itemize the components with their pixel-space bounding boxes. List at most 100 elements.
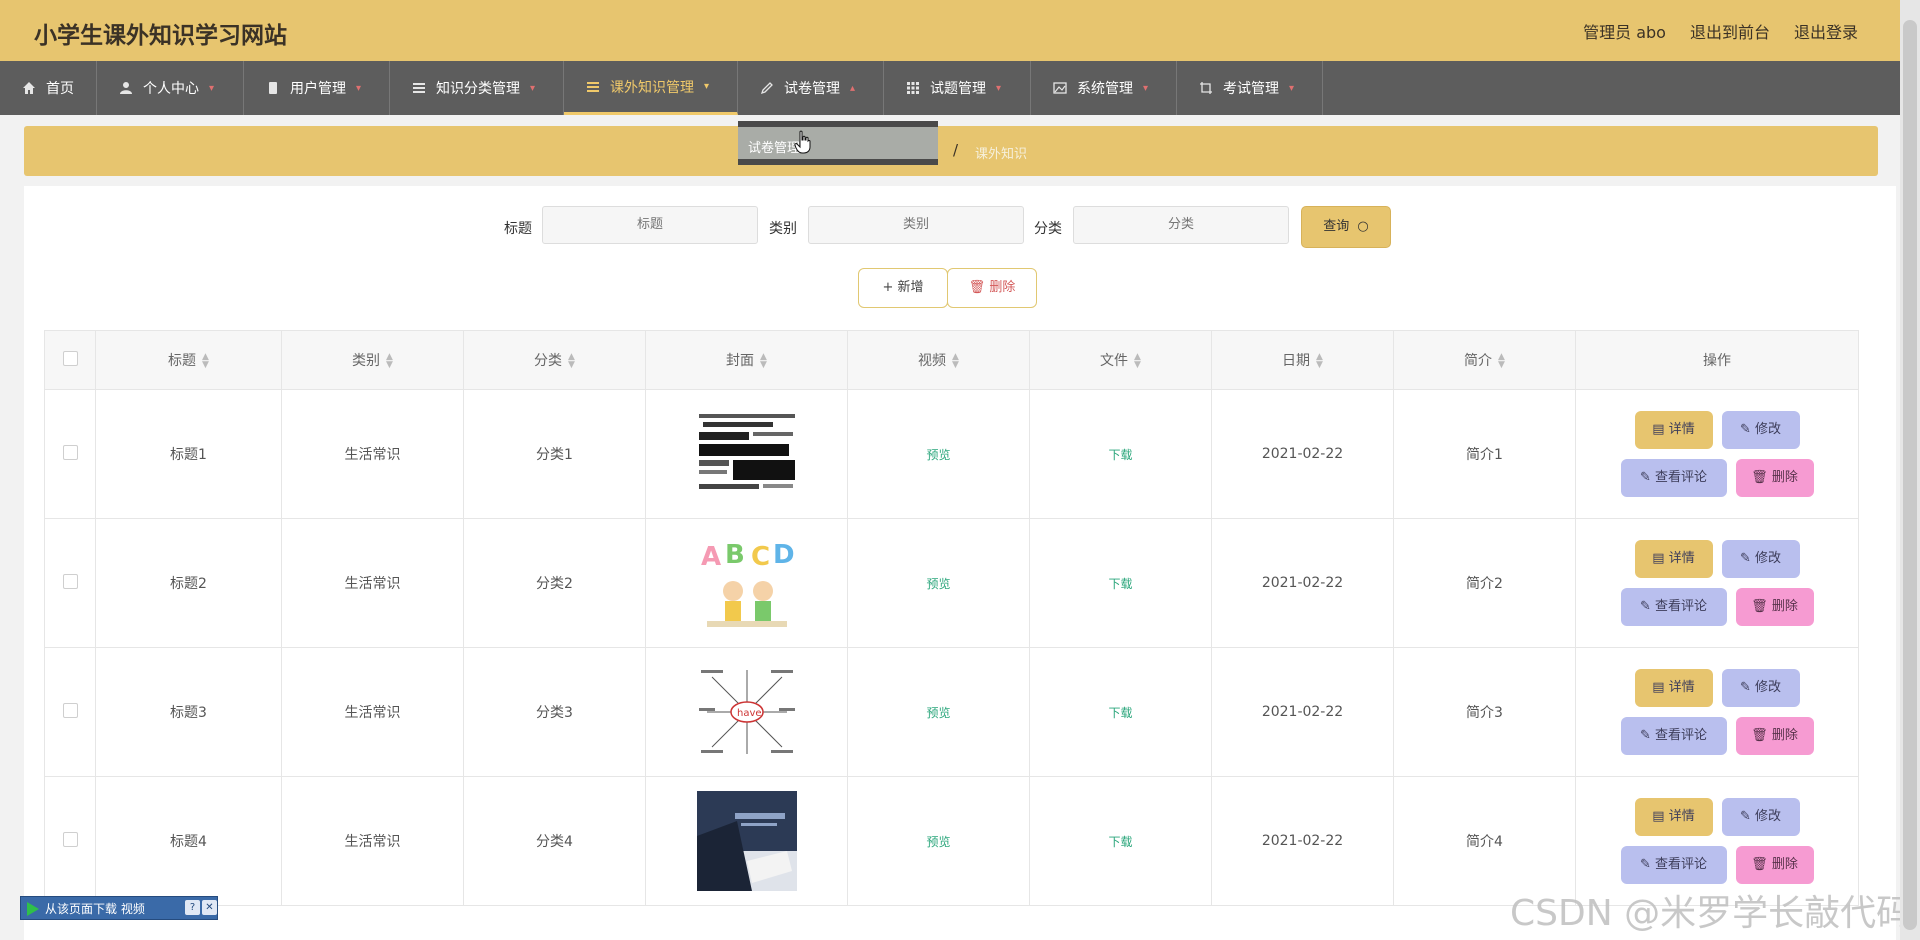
- cover-image-word-cloud[interactable]: [696, 404, 797, 504]
- nav-question-management[interactable]: 试题管理 ▾: [884, 61, 1031, 115]
- top-header: 小学生课外知识学习网站 管理员 abo 退出到前台 退出登录: [0, 0, 1920, 62]
- view-comments-button[interactable]: ✎ 查看评论: [1620, 588, 1727, 626]
- delete-button[interactable]: 🗑 删除: [1735, 717, 1814, 755]
- detail-button[interactable]: ▤ 详情: [1634, 669, 1713, 707]
- row-checkbox[interactable]: [62, 573, 78, 589]
- video-preview-link[interactable]: 预览: [926, 448, 950, 462]
- grid-icon: [906, 81, 920, 95]
- col-category[interactable]: 分类 ▲ ▼: [463, 330, 646, 390]
- batch-delete-button[interactable]: 🗑 删除: [947, 268, 1037, 308]
- back-to-front-link[interactable]: 退出到前台: [1690, 19, 1770, 43]
- table-row: 标题2 生活常识 分类2 A B C D 预览 下载 2021-02-22 简介…: [44, 518, 1859, 648]
- nav-user-management[interactable]: 用户管理 ▾: [244, 61, 390, 115]
- select-all-cell: [44, 330, 96, 390]
- vertical-scrollbar[interactable]: [1900, 0, 1920, 940]
- cell-title: 标题2: [95, 518, 282, 648]
- row-actions: ▤ 详情 ✎ 修改 ✎ 查看评论 🗑 删除: [1577, 540, 1857, 626]
- col-operations: 操作: [1575, 330, 1859, 390]
- view-comments-button[interactable]: ✎ 查看评论: [1620, 459, 1727, 497]
- col-title[interactable]: 标题 ▲ ▼: [95, 330, 282, 390]
- file-download-link[interactable]: 下载: [1108, 448, 1132, 462]
- list-icon: [412, 81, 426, 95]
- delete-button[interactable]: 🗑 删除: [1735, 588, 1814, 626]
- table-header-row: 标题 ▲ ▼ 类别 ▲ ▼ 分类 ▲ ▼ 封面 ▲ ▼ 视频 ▲ ▼ 文件 ▲ ▼ 日期 ▲ ▼ 简介 ▲ ▼ …: [44, 330, 1859, 390]
- file-download-link[interactable]: 下载: [1108, 577, 1132, 591]
- search-label-title: 标题: [504, 221, 532, 237]
- nav-knowledge-management[interactable]: 课外知识管理 ▾: [564, 61, 738, 115]
- row-actions: ▤ 详情 ✎ 修改 ✎ 查看评论 🗑 删除: [1577, 669, 1857, 755]
- nav-paper-management[interactable]: 试卷管理 ▴: [738, 61, 884, 115]
- col-intro[interactable]: 简介 ▲ ▼: [1393, 330, 1576, 390]
- picture-icon: [1053, 81, 1067, 95]
- sort-icon: ▲ ▼: [202, 352, 209, 370]
- view-comments-button[interactable]: ✎ 查看评论: [1620, 717, 1727, 755]
- cell-intro: 简介3: [1393, 647, 1576, 777]
- nav-label: 用户管理: [290, 81, 346, 97]
- main-nav: 首页 个人中心 ▾ 用户管理 ▾ 知识分类管理 ▾ 课外知识管理 ▾ 试卷管理 …: [0, 61, 1900, 115]
- delete-button[interactable]: 🗑 删除: [1735, 846, 1814, 884]
- add-button[interactable]: + 新增: [858, 268, 948, 308]
- video-bar-label: 从该页面下载 视频: [45, 902, 145, 916]
- cell-title: 标题1: [95, 389, 282, 519]
- view-comments-button[interactable]: ✎ 查看评论: [1620, 846, 1727, 884]
- col-file[interactable]: 文件 ▲ ▼: [1029, 330, 1212, 390]
- chevron-down-icon: ▾: [1143, 82, 1149, 94]
- detail-button[interactable]: ▤ 详情: [1634, 411, 1713, 449]
- nav-system-management[interactable]: 系统管理 ▾: [1031, 61, 1177, 115]
- svg-text:B: B: [725, 540, 745, 570]
- edit-button[interactable]: ✎ 修改: [1721, 669, 1800, 707]
- row-checkbox[interactable]: [62, 702, 78, 718]
- nav-label: 首页: [46, 81, 74, 97]
- search-row: 标题 类别 分类 查询 ○: [24, 206, 1896, 248]
- title-search-input[interactable]: [542, 206, 758, 244]
- cell-date: 2021-02-22: [1211, 389, 1394, 519]
- close-icon[interactable]: ✕: [202, 900, 217, 915]
- cover-image-mind-map[interactable]: have: [696, 662, 797, 762]
- col-date[interactable]: 日期 ▲ ▼: [1211, 330, 1394, 390]
- type-search-input[interactable]: [808, 206, 1024, 244]
- col-video[interactable]: 视频 ▲ ▼: [847, 330, 1030, 390]
- sort-icon: ▲ ▼: [1316, 352, 1323, 370]
- edit-button[interactable]: ✎ 修改: [1721, 798, 1800, 836]
- detail-button[interactable]: ▤ 详情: [1634, 540, 1713, 578]
- sort-icon: ▲ ▼: [1134, 352, 1141, 370]
- nav-exam-management[interactable]: 考试管理 ▾: [1177, 61, 1323, 115]
- chevron-down-icon: ▾: [704, 81, 710, 92]
- nav-label: 试题管理: [930, 81, 986, 97]
- nav-category-management[interactable]: 知识分类管理 ▾: [390, 61, 564, 115]
- video-preview-link[interactable]: 预览: [926, 835, 950, 849]
- scrollbar-thumb[interactable]: [1903, 20, 1917, 930]
- query-button[interactable]: 查询 ○: [1301, 206, 1391, 248]
- edit-button[interactable]: ✎ 修改: [1721, 411, 1800, 449]
- plus-icon: +: [882, 280, 894, 295]
- nav-personal-center[interactable]: 个人中心 ▾: [97, 61, 244, 115]
- video-preview-link[interactable]: 预览: [926, 577, 950, 591]
- cell-title: 标题4: [95, 776, 282, 906]
- logout-link[interactable]: 退出登录: [1794, 19, 1858, 43]
- col-type[interactable]: 类别 ▲ ▼: [281, 330, 464, 390]
- select-all-checkbox[interactable]: [62, 350, 78, 366]
- cover-image-abcd-kids[interactable]: A B C D: [696, 533, 797, 633]
- cover-image-student-exam[interactable]: [696, 791, 797, 891]
- site-title: 小学生课外知识学习网站: [34, 23, 287, 49]
- help-icon[interactable]: ?: [185, 900, 200, 915]
- edit-button[interactable]: ✎ 修改: [1721, 540, 1800, 578]
- row-checkbox[interactable]: [62, 444, 78, 460]
- row-checkbox[interactable]: [62, 831, 78, 847]
- col-cover[interactable]: 封面 ▲ ▼: [645, 330, 848, 390]
- detail-button[interactable]: ▤ 详情: [1634, 798, 1713, 836]
- video-preview-link[interactable]: 预览: [926, 706, 950, 720]
- video-download-bar[interactable]: 从该页面下载 视频 ? ✕: [20, 896, 218, 920]
- cell-type: 生活常识: [281, 518, 464, 648]
- category-search-input[interactable]: [1073, 206, 1289, 244]
- chevron-down-icon: ▾: [1289, 82, 1295, 94]
- dropdown-item-paper-management[interactable]: 试卷管理: [748, 137, 800, 156]
- cell-date: 2021-02-22: [1211, 647, 1394, 777]
- nav-home[interactable]: 首页: [0, 61, 97, 115]
- file-download-link[interactable]: 下载: [1108, 706, 1132, 720]
- breadcrumb-current[interactable]: 课外知识: [975, 143, 1027, 162]
- admin-label[interactable]: 管理员 abo: [1583, 19, 1666, 43]
- delete-button[interactable]: 🗑 删除: [1735, 459, 1814, 497]
- file-download-link[interactable]: 下载: [1108, 835, 1132, 849]
- top-links: 管理员 abo 退出到前台 退出登录: [1583, 19, 1858, 43]
